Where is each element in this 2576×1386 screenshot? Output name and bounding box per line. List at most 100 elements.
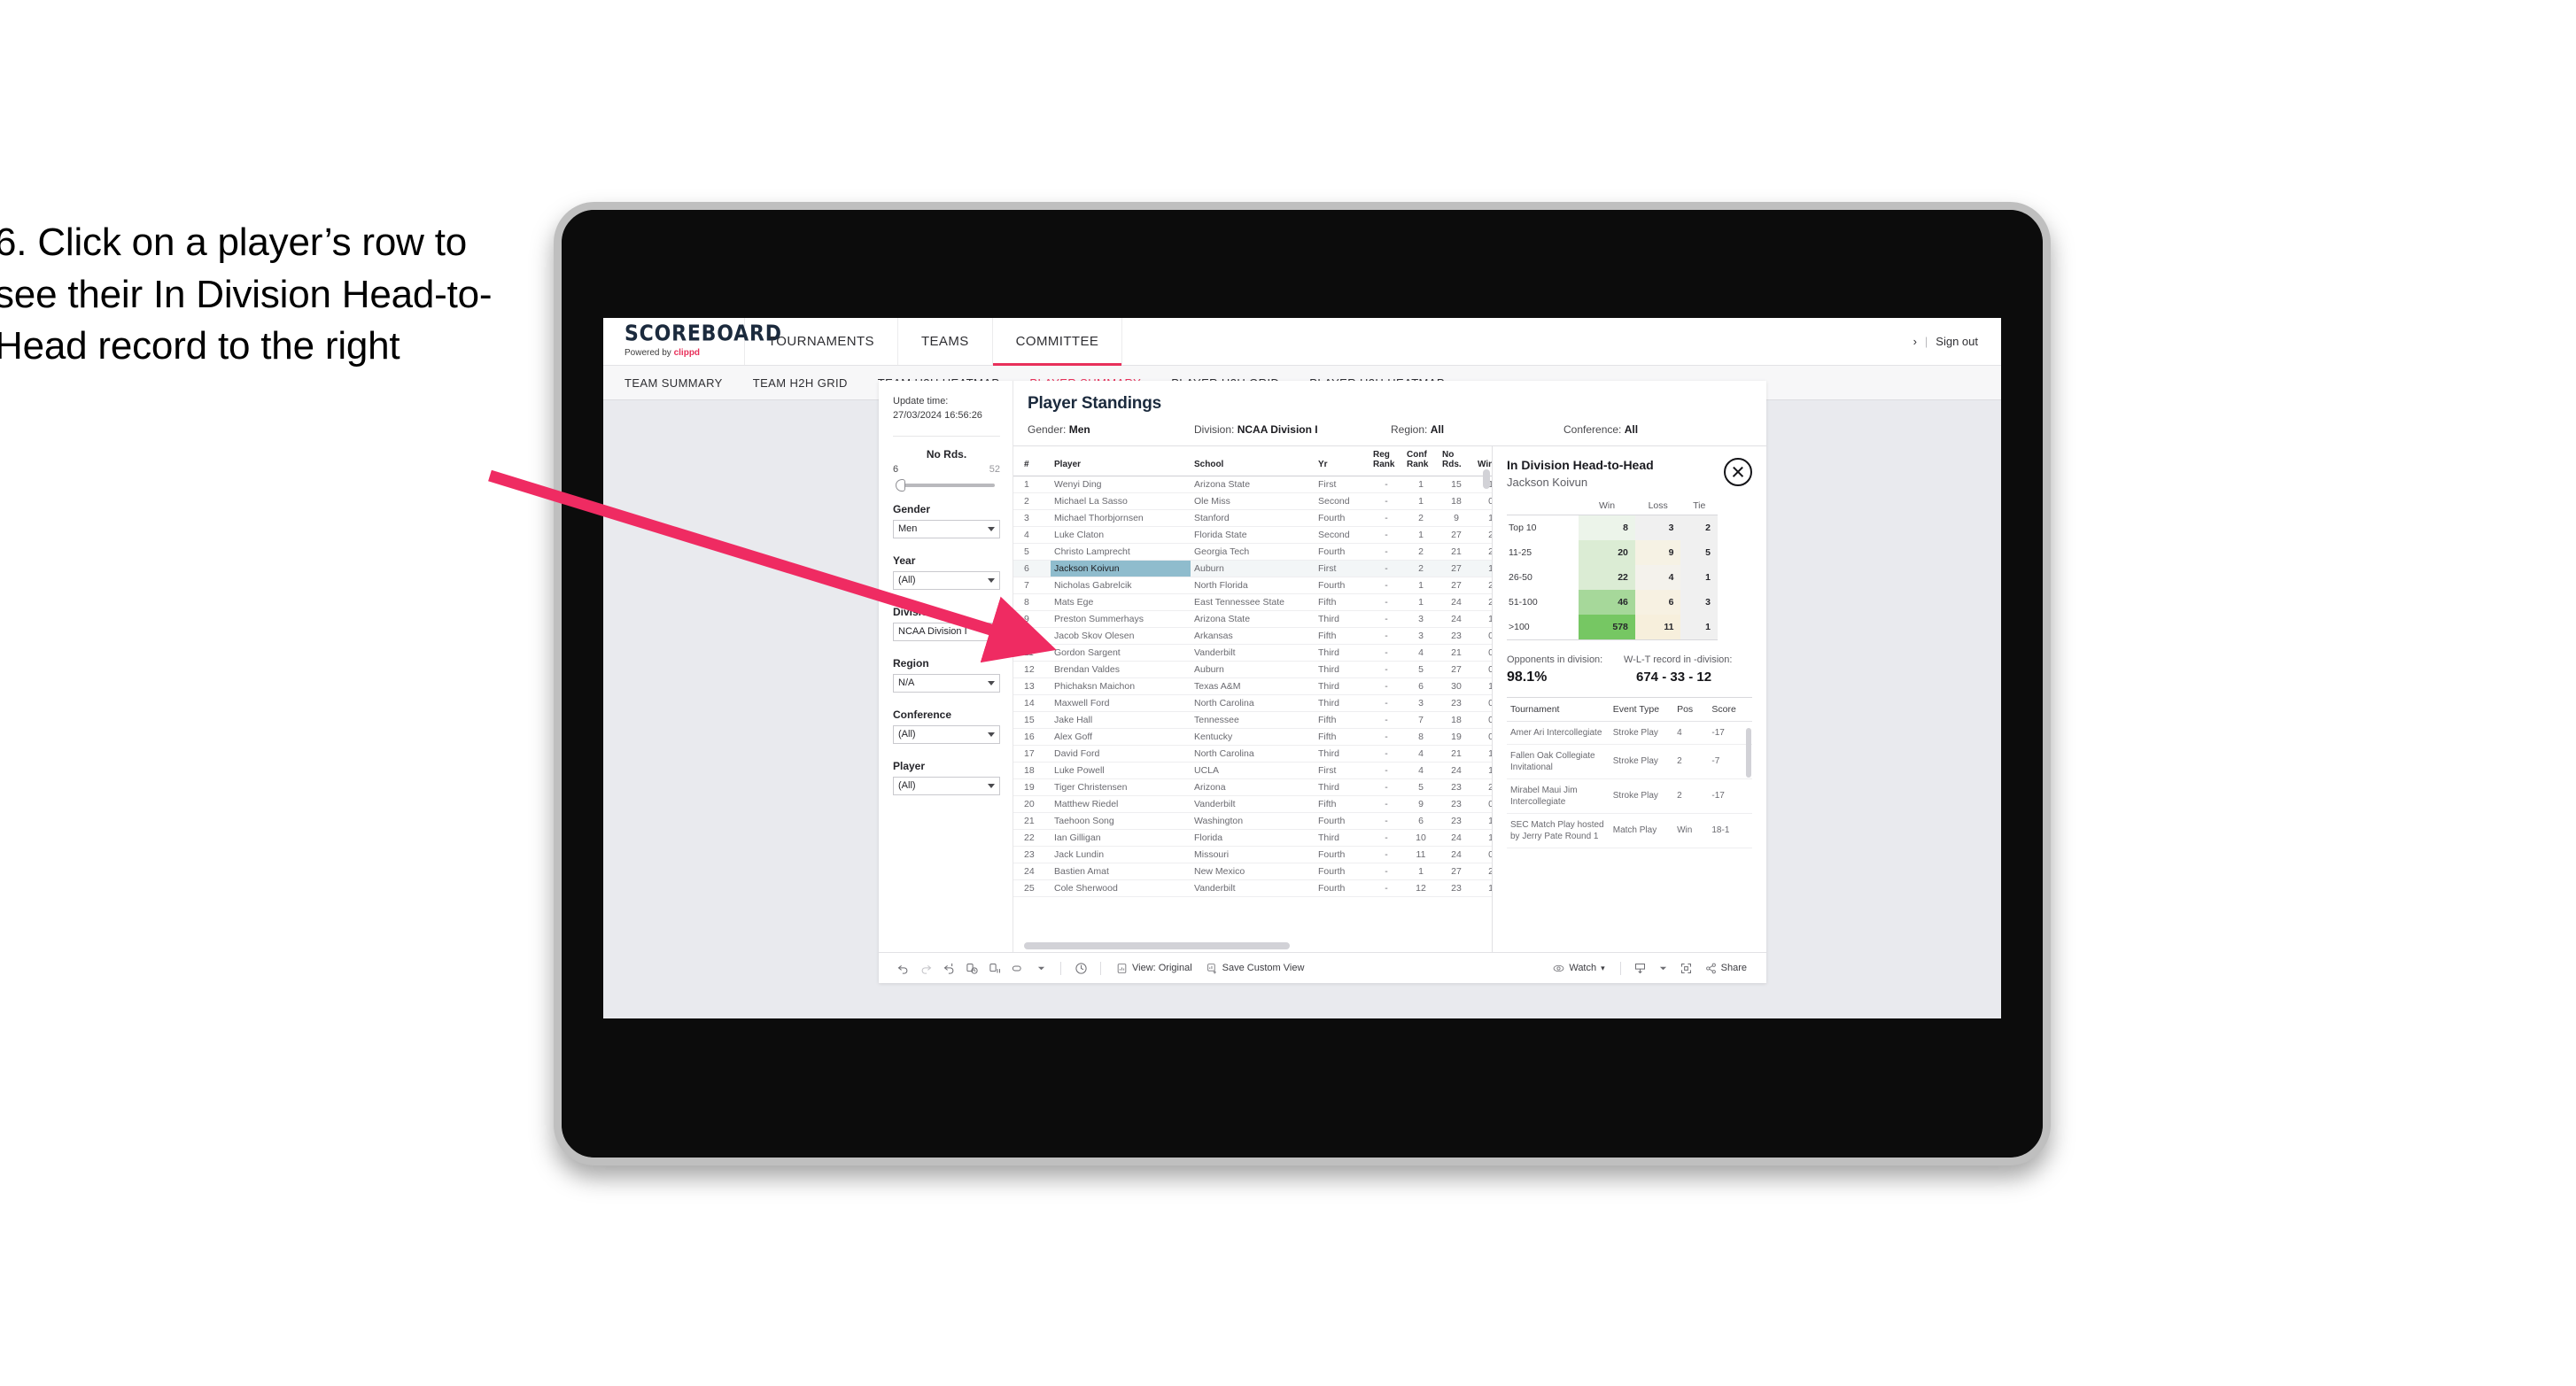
heatmap-cell[interactable]: 5 xyxy=(1680,539,1718,565)
heatmap-cell[interactable]: 3 xyxy=(1680,589,1718,615)
filter-player-select[interactable]: (All) xyxy=(893,776,1000,795)
share-button[interactable]: Share xyxy=(1698,963,1754,974)
app-logo[interactable]: SCOREBOARD Powered by clippd xyxy=(603,318,781,365)
cell-no-rds: 24 xyxy=(1439,762,1474,780)
table-row[interactable]: 25Cole SherwoodVanderbiltFourth-12231 xyxy=(1013,879,1492,898)
table-row[interactable]: 21Taehoon SongWashingtonFourth-6231 xyxy=(1013,812,1492,831)
heatmap-cell[interactable]: 11 xyxy=(1634,614,1681,640)
close-icon[interactable] xyxy=(1724,458,1752,486)
col-reg-rank[interactable]: Reg Rank xyxy=(1369,446,1403,477)
table-row[interactable]: 18Luke PowellUCLAFirst-4241 xyxy=(1013,762,1492,780)
cell-school: Missouri xyxy=(1191,846,1315,864)
highlight-dropdown-caret[interactable] xyxy=(1029,958,1052,978)
col-no-rds[interactable]: No Rds. xyxy=(1439,446,1474,477)
table-row[interactable]: Fallen Oak Collegiate Invitational Stroke… xyxy=(1507,744,1752,779)
filter-division-select[interactable]: NCAA Division I xyxy=(893,622,1000,641)
table-row[interactable]: 20Matthew RiedelVanderbiltFifth-9230 xyxy=(1013,795,1492,814)
table-row[interactable]: 14Maxwell FordNorth CarolinaThird-3230 xyxy=(1013,694,1492,713)
redo-icon[interactable] xyxy=(914,958,937,978)
heatmap-cell[interactable]: 1 xyxy=(1680,564,1718,590)
heatmap-cell[interactable]: 8 xyxy=(1579,515,1635,540)
heatmap-cell[interactable]: 3 xyxy=(1634,515,1681,540)
table-row[interactable]: 17David FordNorth CarolinaThird-4211 xyxy=(1013,745,1492,763)
heatmap-cell[interactable]: 4 xyxy=(1634,564,1681,590)
col-school[interactable]: School xyxy=(1191,446,1315,477)
heatmap-cell[interactable]: 1 xyxy=(1680,614,1718,640)
col-score[interactable]: Score xyxy=(1708,697,1752,722)
eye-icon xyxy=(1554,964,1564,972)
no-rounds-slider[interactable] xyxy=(896,478,995,492)
col-player[interactable]: Player xyxy=(1051,446,1191,477)
table-row[interactable]: 5 Christo Lamprecht Georgia Tech Fourth -2 21… xyxy=(1013,543,1492,561)
cell-no-rds: 19 xyxy=(1439,728,1474,747)
col-pos[interactable]: Pos xyxy=(1673,697,1709,722)
table-row[interactable]: Mirabel Maui Jim Intercollegiate Stroke P… xyxy=(1507,778,1752,814)
table-row[interactable]: 3Michael ThorbjornsenStanfordFourth-291 xyxy=(1013,509,1492,528)
save-custom-view-button[interactable]: Save Custom View xyxy=(1199,963,1312,974)
account-caret-icon[interactable]: › xyxy=(1913,335,1917,348)
heatmap-cell[interactable]: 6 xyxy=(1634,589,1681,615)
table-row[interactable]: 13Phichaksn MaichonTexas A&MThird-6301 xyxy=(1013,678,1492,696)
table-row[interactable]: 11Gordon SargentVanderbiltThird-4210 xyxy=(1013,644,1492,662)
heatmap-col-tie: Tie xyxy=(1680,499,1718,515)
table-row[interactable]: 6Jackson KoivunAuburnFirst-2271 xyxy=(1013,560,1492,578)
heatmap-cell[interactable]: 46 xyxy=(1579,589,1635,615)
heatmap-cell[interactable]: 22 xyxy=(1579,564,1635,590)
table-row[interactable]: 15Jake HallTennesseeFifth-7180 xyxy=(1013,711,1492,730)
nav-item-tournaments[interactable]: TOURNAMENTS xyxy=(745,318,898,365)
sign-out-link[interactable]: Sign out xyxy=(1936,335,1978,348)
history-icon[interactable] xyxy=(1069,958,1092,978)
heatmap-cell[interactable]: 578 xyxy=(1579,614,1635,640)
filter-year-select[interactable]: (All) xyxy=(893,570,1000,590)
table-row[interactable]: 19Tiger ChristensenArizonaThird-5232 xyxy=(1013,778,1492,797)
download-icon[interactable] xyxy=(1629,958,1652,978)
col-year[interactable]: Yr xyxy=(1315,446,1369,477)
no-rounds-slider-handle[interactable] xyxy=(896,478,905,492)
col-conf-rank[interactable]: Conf Rank xyxy=(1403,446,1439,477)
tournament-table-scrollbar[interactable] xyxy=(1746,727,1751,778)
filter-region-select[interactable]: N/A xyxy=(893,673,1000,693)
filter-conference-select[interactable]: (All) xyxy=(893,724,1000,744)
table-row[interactable]: 24Bastien AmatNew MexicoFourth-1272 xyxy=(1013,863,1492,881)
player-table-scroll[interactable]: # Player School Yr Reg Rank Conf Rank No Rd… xyxy=(1013,446,1492,940)
table-row[interactable]: 16Alex GoffKentuckyFifth-8190 xyxy=(1013,728,1492,747)
cell-tournament: SEC Match Play hosted by Jerry Pate Roun… xyxy=(1507,813,1610,848)
nav-item-teams[interactable]: TEAMS xyxy=(898,318,993,365)
revert-icon[interactable] xyxy=(937,958,960,978)
table-row[interactable]: 2Michael La SassoOle MissSecond-1180 xyxy=(1013,492,1492,511)
col-rank[interactable]: # xyxy=(1013,446,1051,477)
undo-icon[interactable] xyxy=(891,958,914,978)
filter-region-value: N/A xyxy=(898,678,915,689)
table-row[interactable]: 22Ian GilliganFloridaThird-10241 xyxy=(1013,829,1492,848)
player-table-vertical-scrollbar[interactable] xyxy=(1483,469,1490,489)
view-original-button[interactable]: View: Original xyxy=(1109,963,1199,974)
heatmap-cell[interactable]: 2 xyxy=(1680,515,1718,540)
heatmap-col-loss: Loss xyxy=(1634,499,1681,515)
heatmap-cell[interactable]: 9 xyxy=(1634,539,1681,565)
download-dropdown-caret[interactable] xyxy=(1652,958,1675,978)
table-row[interactable]: 4Luke ClatonFlorida StateSecond-1272 xyxy=(1013,526,1492,545)
table-row[interactable]: 7 Nicholas Gabrelcik North Florida Fourth -1… xyxy=(1013,577,1492,595)
highlight-icon[interactable] xyxy=(1006,958,1029,978)
table-row[interactable]: 23Jack LundinMissouriFourth-11240 xyxy=(1013,846,1492,864)
player-table-horizontal-scrollbar[interactable] xyxy=(1024,942,1290,949)
watch-button[interactable]: Watch ▾ xyxy=(1546,963,1611,974)
table-row[interactable]: 9 Preston Summerhays Arizona State Third -3 2… xyxy=(1013,610,1492,629)
col-event-type[interactable]: Event Type xyxy=(1609,697,1674,722)
fullscreen-icon[interactable] xyxy=(1675,958,1698,978)
watch-caret-icon: ▾ xyxy=(1601,963,1605,972)
tab-team-summary[interactable]: TEAM SUMMARY xyxy=(625,376,723,390)
filter-gender-select[interactable]: Men xyxy=(893,519,1000,538)
table-row[interactable]: SEC Match Play hosted by Jerry Pate Roun… xyxy=(1507,813,1752,848)
table-row[interactable]: Amer Ari Intercollegiate Stroke Play 4 -17 xyxy=(1507,721,1752,745)
pause-updates-icon[interactable] xyxy=(983,958,1006,978)
nav-item-committee[interactable]: COMMITTEE xyxy=(992,318,1123,366)
table-row[interactable]: 1Wenyi DingArizona StateFirst-1151 xyxy=(1013,476,1492,494)
tab-team-h2h-grid[interactable]: TEAM H2H GRID xyxy=(753,376,848,390)
table-row[interactable]: 10Jacob Skov OlesenArkansasFifth-3230 xyxy=(1013,627,1492,646)
table-row[interactable]: 12Brendan ValdesAuburnThird-5270 xyxy=(1013,661,1492,679)
table-row[interactable]: 8Mats EgeEast Tennessee StateFifth-1242 xyxy=(1013,593,1492,612)
refresh-data-icon[interactable] xyxy=(960,958,983,978)
heatmap-cell[interactable]: 20 xyxy=(1579,539,1635,565)
col-tournament[interactable]: Tournament xyxy=(1507,697,1610,722)
